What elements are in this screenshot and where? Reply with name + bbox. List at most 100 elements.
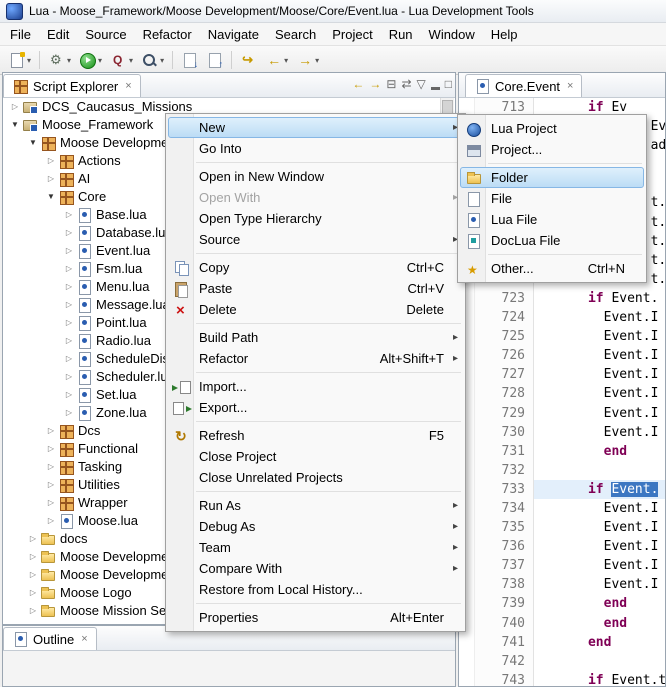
- menu-item-folder[interactable]: Folder: [460, 167, 644, 188]
- expand-arrow-icon[interactable]: ▷: [44, 476, 58, 494]
- collapse-all-icon[interactable]: ⊟: [386, 76, 396, 92]
- code-line[interactable]: 723 if Event.: [460, 289, 665, 308]
- menu-source[interactable]: Source: [77, 25, 134, 44]
- menu-edit[interactable]: Edit: [39, 25, 77, 44]
- menu-run[interactable]: Run: [381, 25, 421, 44]
- menu-item-team[interactable]: Team▸: [168, 537, 463, 558]
- expand-arrow-icon[interactable]: ▷: [44, 422, 58, 440]
- dropdown-caret-icon[interactable]: ▾: [284, 56, 288, 65]
- code-line[interactable]: 731 end: [460, 442, 665, 461]
- tab-core-event[interactable]: Core.Event ×: [465, 74, 582, 97]
- menu-file[interactable]: File: [2, 25, 39, 44]
- code-line[interactable]: 738 Event.I: [460, 575, 665, 594]
- menu-item-open-type-hierarchy[interactable]: Open Type Hierarchy: [168, 208, 463, 229]
- dropdown-caret-icon[interactable]: ▾: [315, 56, 319, 65]
- expand-arrow-icon[interactable]: ▷: [44, 458, 58, 476]
- menu-item-restore-from-local-history[interactable]: Restore from Local History...: [168, 579, 463, 600]
- expand-arrow-icon[interactable]: ▷: [8, 98, 22, 116]
- menu-navigate[interactable]: Navigate: [200, 25, 267, 44]
- code-line[interactable]: 727 Event.I: [460, 365, 665, 384]
- menu-item-compare-with[interactable]: Compare With▸: [168, 558, 463, 579]
- menu-item-doclua-file[interactable]: DocLua File: [460, 230, 644, 251]
- code-line[interactable]: 739 end: [460, 594, 665, 613]
- menu-item-go-into[interactable]: Go Into: [168, 138, 463, 159]
- code-line[interactable]: 734 Event.I: [460, 499, 665, 518]
- menu-item-export[interactable]: Export...: [168, 397, 463, 418]
- expand-arrow-icon[interactable]: ▷: [44, 494, 58, 512]
- expand-arrow-icon[interactable]: ▷: [62, 314, 76, 332]
- code-line[interactable]: 737 Event.I: [460, 556, 665, 575]
- menu-search[interactable]: Search: [267, 25, 324, 44]
- collapse-arrow-icon[interactable]: ▼: [26, 134, 40, 152]
- code-line[interactable]: 732: [460, 461, 665, 480]
- expand-arrow-icon[interactable]: ▷: [62, 278, 76, 296]
- menu-item-debug-as[interactable]: Debug As▸: [168, 516, 463, 537]
- code-line[interactable]: 733 if Event.: [460, 480, 665, 499]
- menu-item-close-project[interactable]: Close Project: [168, 446, 463, 467]
- expand-arrow-icon[interactable]: ▷: [26, 548, 40, 566]
- code-line[interactable]: 741 end: [460, 633, 665, 652]
- last-edit-location-button[interactable]: [236, 48, 261, 72]
- search-button[interactable]: ▾: [137, 48, 168, 72]
- expand-arrow-icon[interactable]: ▷: [62, 224, 76, 242]
- expand-arrow-icon[interactable]: ▷: [62, 404, 76, 422]
- back-tree-icon[interactable]: ←: [352, 76, 364, 92]
- new-wizard-button[interactable]: ▾: [4, 48, 35, 72]
- forward-tree-icon[interactable]: →: [369, 76, 381, 92]
- menu-item-lua-project[interactable]: Lua Project: [460, 118, 644, 139]
- expand-arrow-icon[interactable]: ▷: [62, 386, 76, 404]
- view-menu-icon[interactable]: ▽: [417, 76, 426, 92]
- external-tools-button[interactable]: ▾: [44, 48, 75, 72]
- menu-window[interactable]: Window: [421, 25, 483, 44]
- tab-outline[interactable]: Outline ×: [3, 627, 97, 650]
- menu-item-copy[interactable]: CopyCtrl+C: [168, 257, 463, 278]
- menu-item-paste[interactable]: PasteCtrl+V: [168, 278, 463, 299]
- expand-arrow-icon[interactable]: ▷: [26, 602, 40, 620]
- menu-item-refactor[interactable]: RefactorAlt+Shift+T▸: [168, 348, 463, 369]
- code-line[interactable]: 740 end: [460, 614, 665, 633]
- expand-arrow-icon[interactable]: ▷: [62, 206, 76, 224]
- code-line[interactable]: 728 Event.I: [460, 384, 665, 403]
- menu-item-open-in-new-window[interactable]: Open in New Window: [168, 166, 463, 187]
- expand-arrow-icon[interactable]: ▷: [62, 296, 76, 314]
- expand-arrow-icon[interactable]: ▷: [44, 170, 58, 188]
- expand-arrow-icon[interactable]: ▷: [62, 332, 76, 350]
- maximize-icon[interactable]: □: [445, 76, 452, 92]
- dropdown-caret-icon[interactable]: ▾: [129, 56, 133, 65]
- previous-annotation-button[interactable]: [202, 48, 227, 72]
- menu-item-project[interactable]: Project...: [460, 139, 644, 160]
- menu-project[interactable]: Project: [324, 25, 380, 44]
- code-line[interactable]: 729 Event.I: [460, 404, 665, 423]
- dropdown-caret-icon[interactable]: ▾: [98, 56, 102, 65]
- code-line[interactable]: 742: [460, 652, 665, 671]
- expand-arrow-icon[interactable]: ▷: [62, 260, 76, 278]
- run-button[interactable]: ▾: [75, 48, 106, 72]
- code-line[interactable]: 725 Event.I: [460, 327, 665, 346]
- expand-arrow-icon[interactable]: ▷: [62, 350, 76, 368]
- menu-item-properties[interactable]: PropertiesAlt+Enter: [168, 607, 463, 628]
- next-annotation-button[interactable]: [177, 48, 202, 72]
- menu-item-other[interactable]: Other...Ctrl+N: [460, 258, 644, 279]
- expand-arrow-icon[interactable]: ▷: [44, 512, 58, 530]
- menu-item-lua-file[interactable]: Lua File: [460, 209, 644, 230]
- tab-script-explorer[interactable]: Script Explorer ×: [3, 74, 141, 97]
- code-line[interactable]: 736 Event.I: [460, 537, 665, 556]
- collapse-arrow-icon[interactable]: ▼: [44, 188, 58, 206]
- code-line[interactable]: 726 Event.I: [460, 346, 665, 365]
- minimize-icon[interactable]: [431, 87, 440, 90]
- menu-item-new[interactable]: New▸: [168, 117, 463, 138]
- forward-history-button[interactable]: ▾: [292, 48, 323, 72]
- menu-item-close-unrelated-projects[interactable]: Close Unrelated Projects: [168, 467, 463, 488]
- menu-item-build-path[interactable]: Build Path▸: [168, 327, 463, 348]
- dropdown-caret-icon[interactable]: ▾: [27, 56, 31, 65]
- menu-item-import[interactable]: Import...: [168, 376, 463, 397]
- close-icon[interactable]: ×: [567, 80, 573, 92]
- back-history-button[interactable]: ▾: [261, 48, 292, 72]
- expand-arrow-icon[interactable]: ▷: [26, 584, 40, 602]
- code-line[interactable]: 735 Event.I: [460, 518, 665, 537]
- code-line[interactable]: 730 Event.I: [460, 423, 665, 442]
- code-line[interactable]: 724 Event.I: [460, 308, 665, 327]
- menu-item-source[interactable]: Source▸: [168, 229, 463, 250]
- close-icon[interactable]: ×: [81, 633, 87, 645]
- dropdown-caret-icon[interactable]: ▾: [67, 56, 71, 65]
